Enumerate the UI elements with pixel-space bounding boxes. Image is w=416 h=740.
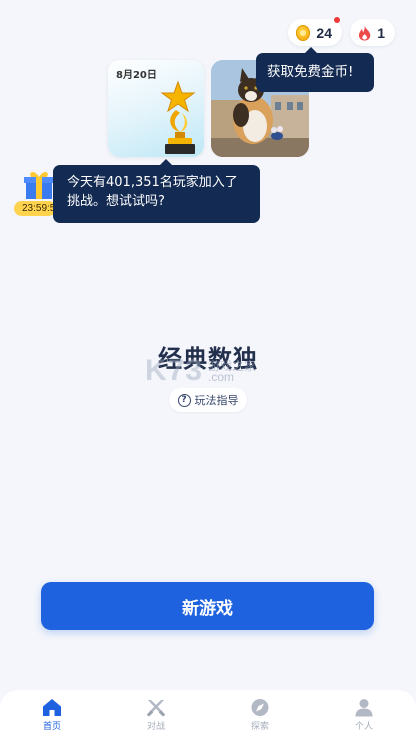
coin-icon [296,24,311,41]
new-game-button[interactable]: 新游戏 [41,582,374,630]
nav-item-explore[interactable]: 探索 [208,690,312,740]
daily-challenge-card[interactable]: 8月20日 [108,60,204,157]
notification-dot [334,17,340,23]
streak-value: 1 [377,24,385,41]
nav-item-home[interactable]: 首页 [0,690,104,740]
watermark-logo: K73 [145,354,204,387]
home-icon [43,699,61,716]
daily-challenge-date: 8月20日 [116,70,157,81]
free-coins-tooltip[interactable]: 获取免费金币! [256,47,374,92]
nav-item-profile[interactable]: 个人 [312,690,416,740]
nav-label-profile: 个人 [354,722,373,732]
watermark-domain: .com [208,370,235,384]
compass-icon [251,699,269,716]
gift-icon[interactable] [24,169,54,201]
nav-label-battle: 对战 [146,722,165,732]
how-to-play-label: 玩法指导 [194,394,239,407]
how-to-play-button[interactable]: ? 玩法指导 [169,388,247,412]
challenge-tooltip[interactable]: 今天有401,351名玩家加入了挑战。想试试吗? [53,159,260,223]
nav-label-home: 首页 [42,722,61,732]
coins-value: 24 [316,24,332,41]
nav-label-explore: 探索 [250,722,269,732]
bottom-navigation: 首页 对战 探索 个人 [0,690,416,740]
trophy-icon [160,80,196,154]
free-coins-tooltip-text: 获取免费金币! [267,64,354,80]
person-icon [355,699,373,717]
flame-icon [358,24,371,41]
question-icon: ? [177,393,191,407]
swords-icon [146,700,166,717]
challenge-tooltip-text: 今天有401,351名玩家加入了挑战。想试试吗? [67,175,238,209]
streak-counter[interactable]: 1 [350,19,395,46]
gift-timer: 23:59:5 [14,201,56,216]
nav-item-battle[interactable]: 对战 [104,690,208,740]
